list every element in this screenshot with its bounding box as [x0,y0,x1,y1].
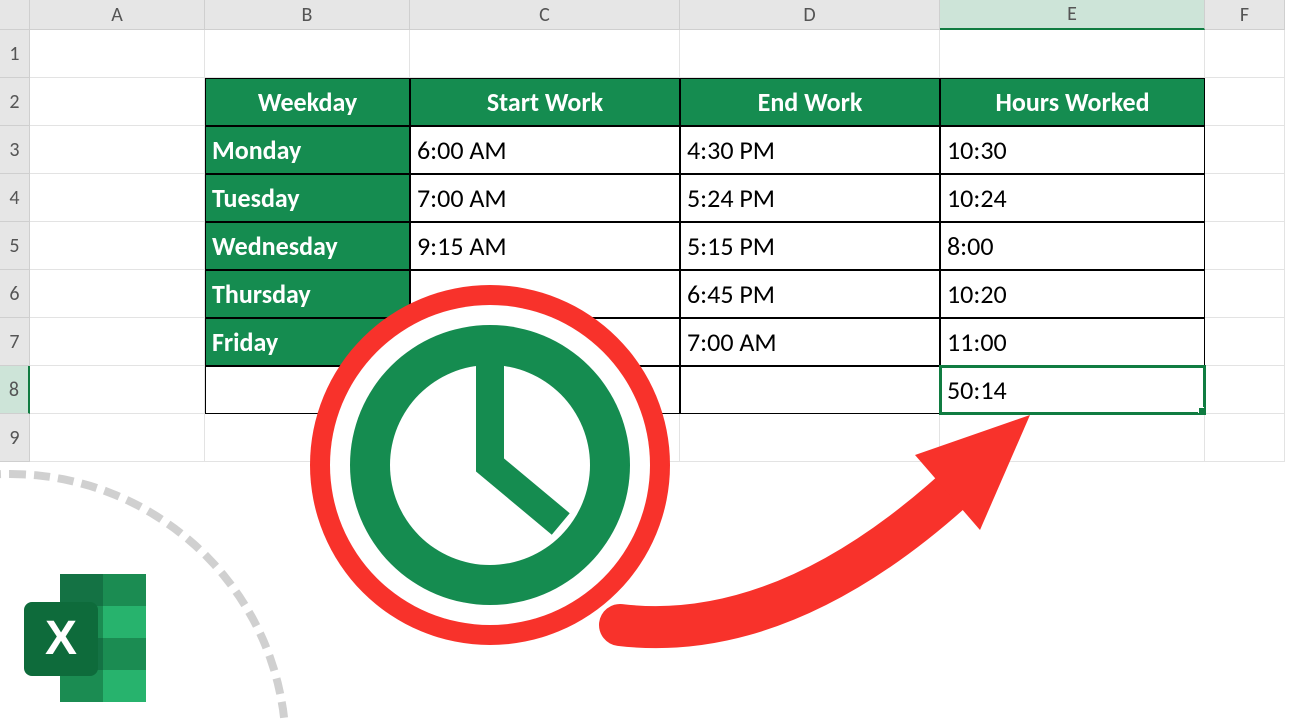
cell-a9[interactable] [30,414,205,462]
cell-end[interactable]: 7:00 AM [680,318,940,366]
cell-end[interactable]: 4:30 PM [680,126,940,174]
row-header-1[interactable]: 1 [0,30,30,78]
cell-a3[interactable] [30,126,205,174]
cell-d1[interactable] [680,30,940,78]
col-header-c[interactable]: C [410,0,680,30]
cell-f4[interactable] [1205,174,1285,222]
cell-c1[interactable] [410,30,680,78]
cell-weekday[interactable]: Thursday [205,270,410,318]
cell-hours[interactable]: 10:30 [940,126,1205,174]
col-header-d[interactable]: D [680,0,940,30]
row-header-3[interactable]: 3 [0,126,30,174]
cell-a6[interactable] [30,270,205,318]
cell-start[interactable] [410,270,680,318]
row-header-2[interactable]: 2 [0,78,30,126]
cell-b9[interactable] [205,414,410,462]
select-all-corner[interactable] [0,0,30,30]
col-header-b[interactable]: B [205,0,410,30]
cell-hours[interactable]: 10:24 [940,174,1205,222]
column-headers: A B C D E F [30,0,1285,30]
cell-f6[interactable] [1205,270,1285,318]
cell-end[interactable]: 6:45 PM [680,270,940,318]
cell-end[interactable]: 5:15 PM [680,222,940,270]
row-headers: 1 2 3 4 5 6 7 8 9 [0,30,30,462]
row-header-6[interactable]: 6 [0,270,30,318]
col-header-e[interactable]: E [940,0,1205,30]
cell-f9[interactable] [1205,414,1285,462]
table-header-start[interactable]: Start Work [410,78,680,126]
cell-b8[interactable] [205,366,410,414]
cell-grid: Weekday Start Work End Work Hours Worked… [30,30,1285,462]
row-header-9[interactable]: 9 [0,414,30,462]
cell-a5[interactable] [30,222,205,270]
cell-weekday[interactable]: Monday [205,126,410,174]
cell-end[interactable]: 5:24 PM [680,174,940,222]
cell-f5[interactable] [1205,222,1285,270]
cell-start[interactable] [410,318,680,366]
cell-start[interactable]: 7:00 AM [410,174,680,222]
cell-hours[interactable]: 8:00 [940,222,1205,270]
cell-a8[interactable] [30,366,205,414]
spreadsheet: A B C D E F 1 2 3 4 5 6 7 8 9 Weekday St… [0,0,1289,720]
row-header-5[interactable]: 5 [0,222,30,270]
cell-start[interactable]: 9:15 AM [410,222,680,270]
cell-f3[interactable] [1205,126,1285,174]
row-header-7[interactable]: 7 [0,318,30,366]
cell-e1[interactable] [940,30,1205,78]
cell-a4[interactable] [30,174,205,222]
cell-c8[interactable] [410,366,680,414]
cell-a1[interactable] [30,30,205,78]
cell-weekday[interactable]: Tuesday [205,174,410,222]
cell-d8[interactable] [680,366,940,414]
table-header-end[interactable]: End Work [680,78,940,126]
cell-hours[interactable]: 10:20 [940,270,1205,318]
cell-c9[interactable] [410,414,680,462]
cell-d9[interactable] [680,414,940,462]
col-header-a[interactable]: A [30,0,205,30]
cell-f1[interactable] [1205,30,1285,78]
cell-start[interactable]: 6:00 AM [410,126,680,174]
table-header-hours[interactable]: Hours Worked [940,78,1205,126]
table-header-weekday[interactable]: Weekday [205,78,410,126]
cell-f2[interactable] [1205,78,1285,126]
cell-weekday[interactable]: Friday [205,318,410,366]
row-header-4[interactable]: 4 [0,174,30,222]
cell-hours[interactable]: 11:00 [940,318,1205,366]
cell-b1[interactable] [205,30,410,78]
col-header-f[interactable]: F [1205,0,1285,30]
cell-a7[interactable] [30,318,205,366]
row-header-8[interactable]: 8 [0,366,30,414]
cell-a2[interactable] [30,78,205,126]
cell-f7[interactable] [1205,318,1285,366]
cell-weekday[interactable]: Wednesday [205,222,410,270]
cell-total-hours[interactable]: 50:14 [940,366,1205,414]
cell-f8[interactable] [1205,366,1285,414]
cell-e9[interactable] [940,414,1205,462]
